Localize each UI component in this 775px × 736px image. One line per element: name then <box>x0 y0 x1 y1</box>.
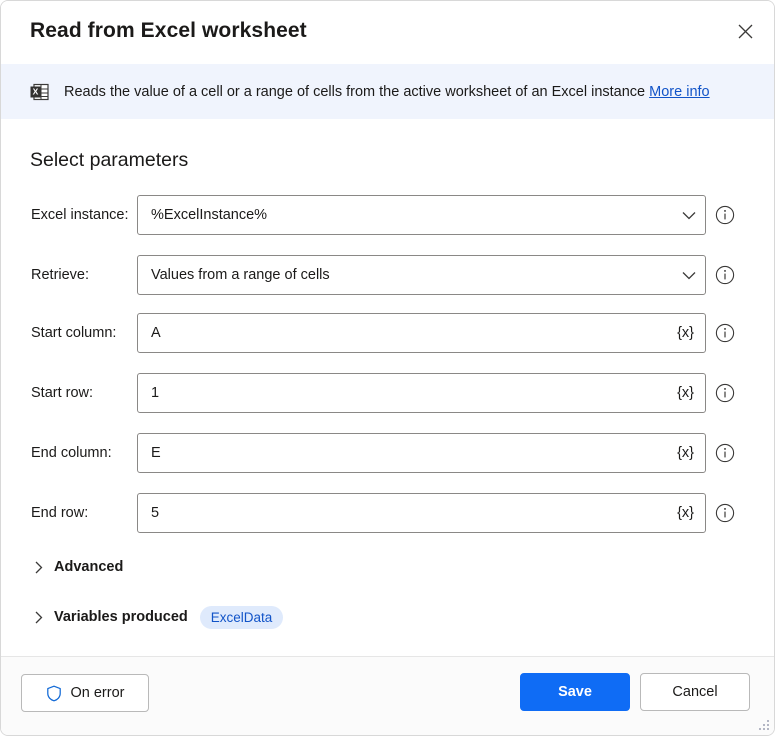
variables-produced-label: Variables produced <box>54 609 188 625</box>
more-info-link[interactable]: More info <box>649 84 709 100</box>
info-icon-retrieve[interactable] <box>715 265 735 285</box>
close-button[interactable] <box>722 9 768 53</box>
dialog-title: Read from Excel worksheet <box>30 19 307 42</box>
cancel-label: Cancel <box>672 684 718 700</box>
produced-variable-chip[interactable]: ExcelData <box>199 605 284 629</box>
field-excel-instance: Excel instance: %ExcelInstance% <box>1 195 774 235</box>
field-retrieve: Retrieve: Values from a range of cells <box>1 255 774 295</box>
chevron-down-icon[interactable] <box>673 256 705 294</box>
advanced-expander[interactable]: Advanced <box>31 556 123 578</box>
variable-picker-button[interactable]: {x} <box>669 434 705 472</box>
on-error-button[interactable]: On error <box>21 674 149 712</box>
read-from-excel-worksheet-dialog: Read from Excel worksheet X Reads the va <box>0 0 775 736</box>
chevron-right-icon <box>31 609 47 625</box>
end-column-input[interactable]: E {x} <box>137 433 706 473</box>
start-row-input[interactable]: 1 {x} <box>137 373 706 413</box>
excel-worksheet-icon: X <box>29 81 51 103</box>
end-row-value: 5 <box>151 505 160 521</box>
banner-description: Reads the value of a cell or a range of … <box>64 84 710 100</box>
excel-instance-dropdown[interactable]: %ExcelInstance% <box>137 195 706 235</box>
start-row-value: 1 <box>151 385 160 401</box>
info-icon-start-column[interactable] <box>715 323 735 343</box>
label-start-column: Start column: <box>31 325 117 341</box>
start-column-input[interactable]: A {x} <box>137 313 706 353</box>
advanced-label: Advanced <box>54 559 124 575</box>
description-banner: X Reads the value of a cell or a range o… <box>1 64 774 119</box>
variables-produced-expander[interactable]: Variables produced ExcelData <box>31 605 284 629</box>
dialog-body: Select parameters Excel instance: %Excel… <box>1 119 774 656</box>
field-end-row: End row: 5 {x} <box>1 493 774 533</box>
chevron-right-icon <box>31 559 47 575</box>
close-icon <box>738 24 753 39</box>
variable-picker-button[interactable]: {x} <box>669 494 705 532</box>
label-retrieve: Retrieve: <box>31 267 90 283</box>
field-end-column: End column: E {x} <box>1 433 774 473</box>
info-icon-end-row[interactable] <box>715 503 735 523</box>
save-button[interactable]: Save <box>520 673 630 711</box>
info-icon-excel-instance[interactable] <box>715 205 735 225</box>
info-icon-end-column[interactable] <box>715 443 735 463</box>
field-start-row: Start row: 1 {x} <box>1 373 774 413</box>
end-column-value: E <box>151 445 161 461</box>
field-start-column: Start column: A {x} <box>1 313 774 353</box>
label-excel-instance: Excel instance: <box>31 207 129 223</box>
label-end-row: End row: <box>31 505 89 521</box>
end-row-input[interactable]: 5 {x} <box>137 493 706 533</box>
shield-icon <box>46 685 62 702</box>
resize-grip[interactable] <box>756 718 770 732</box>
cancel-button[interactable]: Cancel <box>640 673 750 711</box>
excel-instance-value: %ExcelInstance% <box>151 207 268 223</box>
label-end-column: End column: <box>31 445 112 461</box>
svg-text:X: X <box>33 86 39 96</box>
save-label: Save <box>558 684 592 700</box>
info-icon-start-row[interactable] <box>715 383 735 403</box>
chevron-down-icon[interactable] <box>673 196 705 234</box>
retrieve-dropdown[interactable]: Values from a range of cells <box>137 255 706 295</box>
dialog-titlebar: Read from Excel worksheet <box>1 1 774 64</box>
variable-picker-button[interactable]: {x} <box>669 374 705 412</box>
banner-description-text: Reads the value of a cell or a range of … <box>64 83 646 100</box>
section-title: Select parameters <box>30 149 189 171</box>
label-start-row: Start row: <box>31 385 94 401</box>
variable-picker-button[interactable]: {x} <box>669 314 705 352</box>
retrieve-value: Values from a range of cells <box>151 267 330 283</box>
on-error-label: On error <box>70 685 125 701</box>
start-column-value: A <box>151 325 161 341</box>
